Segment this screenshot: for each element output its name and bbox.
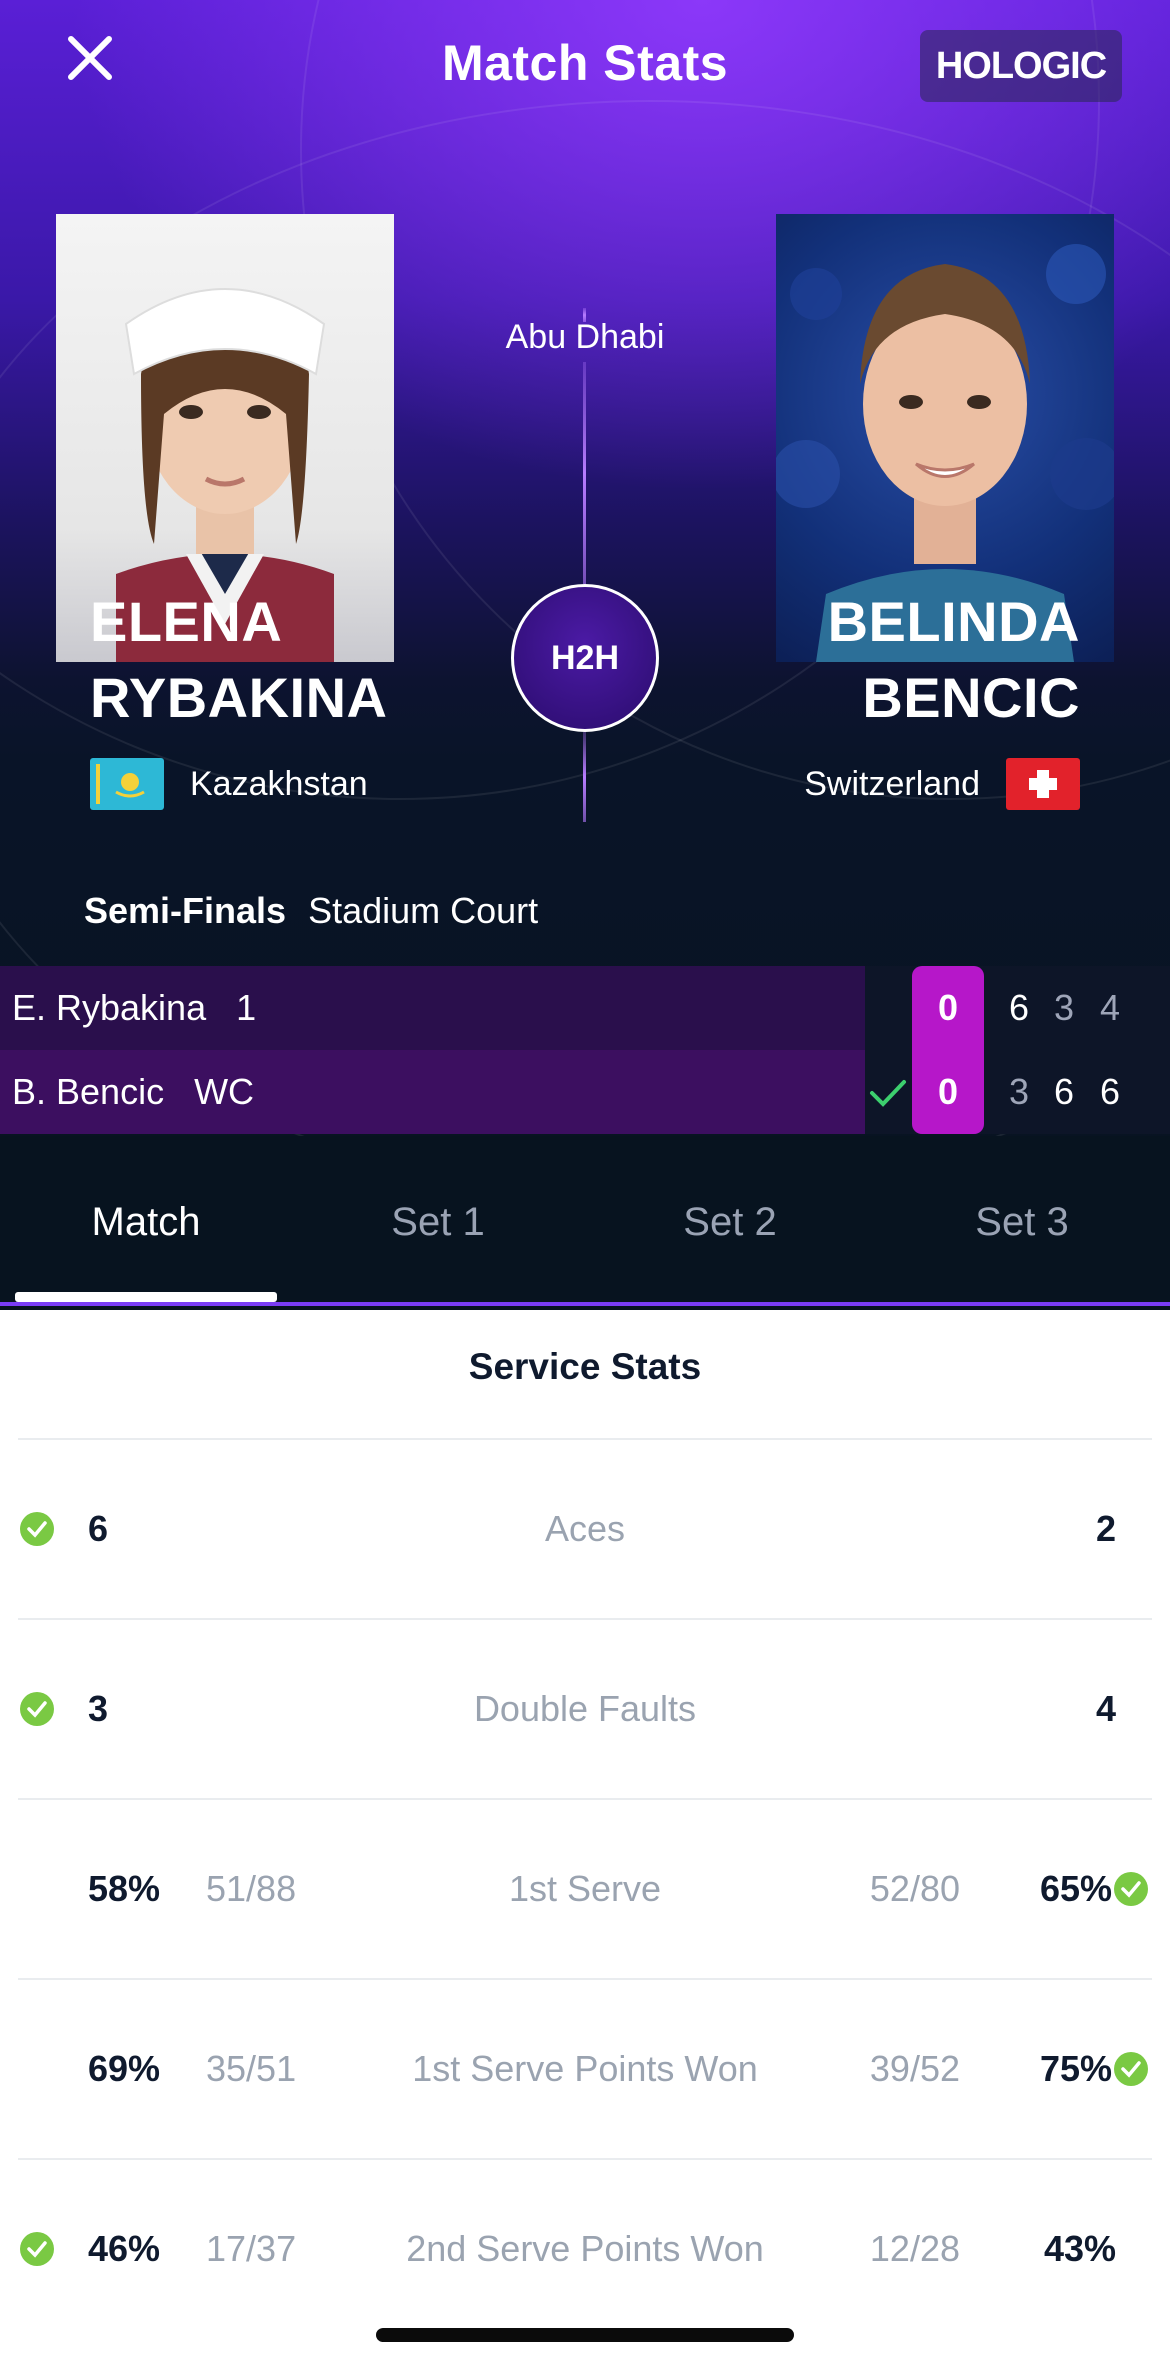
court-label: Stadium Court: [308, 890, 539, 931]
stat-row-aces: 6 Aces 2: [0, 1484, 1170, 1574]
stat-label: 1st Serve: [508, 1868, 662, 1909]
divider-line: [583, 362, 586, 584]
divider: [18, 2158, 1152, 2160]
venue-label: Abu Dhabi: [505, 318, 665, 356]
player-first-name: BELINDA: [827, 590, 1080, 653]
scoreboard-row: E. Rybakina 1 0 6 3 4: [0, 966, 1170, 1050]
player-name-left[interactable]: ELENA RYBAKINA: [90, 584, 387, 736]
country-name: Switzerland: [804, 764, 980, 803]
player-first-name: ELENA: [90, 590, 283, 653]
tab-set-3[interactable]: Set 3: [876, 1136, 1168, 1308]
divider-line: [583, 732, 586, 822]
divider-line: [583, 308, 586, 322]
stat-row-double-faults: 3 Double Faults 4: [0, 1664, 1170, 1754]
sponsor-logo: HOLOGIC: [920, 30, 1122, 102]
active-tab-indicator: [15, 1292, 277, 1302]
match-header: Match Stats HOLOGIC Abu Dhabi H2H ELENA …: [0, 0, 1170, 1310]
stat-value-right: 4: [1095, 1688, 1116, 1729]
seed-label: WC: [194, 1071, 255, 1112]
divider: [18, 1798, 1152, 1800]
stat-label: Double Faults: [473, 1688, 697, 1729]
stat-value-right: 65%: [1039, 1868, 1112, 1909]
player-last-name: BENCIC: [862, 666, 1080, 729]
seed-label: 1: [236, 987, 257, 1028]
stat-value-right: 43%: [1043, 2228, 1116, 2269]
home-indicator[interactable]: [376, 2328, 794, 2342]
country-left: Kazakhstan: [90, 758, 368, 810]
player-last-name: RYBAKINA: [90, 666, 388, 729]
game-score: 0: [912, 1050, 984, 1134]
stat-value-right: 2: [1095, 1508, 1116, 1549]
leader-check-icon: [1114, 2052, 1148, 2086]
set-score: 4: [1099, 987, 1121, 1028]
h2h-button[interactable]: H2H: [511, 584, 659, 732]
stat-label: Aces: [544, 1508, 626, 1549]
stat-value-right: 75%: [1039, 2048, 1112, 2089]
round-info: Semi-Finals Stadium Court: [84, 890, 538, 932]
kazakhstan-flag-icon: [90, 758, 164, 810]
player-short-name: B. Bencic WC: [12, 1071, 255, 1112]
stat-row-1st-serve-points-won: 69% 35/51 1st Serve Points Won 39/52 75%: [0, 2024, 1170, 2114]
round-label: Semi-Finals: [84, 890, 287, 931]
stat-row-2nd-serve-points-won: 46% 17/37 2nd Serve Points Won 12/28 43%: [0, 2204, 1170, 2294]
divider: [18, 1438, 1152, 1440]
set-score: 6: [1008, 987, 1030, 1028]
divider: [18, 1978, 1152, 1980]
country-name: Kazakhstan: [190, 764, 368, 803]
divider: [18, 1618, 1152, 1620]
player-short-name: E. Rybakina 1: [12, 987, 257, 1028]
stat-fraction-right: 12/28: [869, 2228, 960, 2269]
stat-label: 1st Serve Points Won: [412, 2048, 758, 2089]
tabs-border: [0, 1302, 1170, 1306]
set-score: 3: [1053, 987, 1075, 1028]
set-score: 6: [1099, 1071, 1121, 1112]
section-title: Service Stats: [468, 1346, 702, 1387]
player-name-right[interactable]: BELINDA BENCIC: [828, 584, 1080, 736]
winner-check-icon: [870, 1080, 906, 1107]
set-tabs: Match Set 1 Set 2 Set 3: [0, 1136, 1170, 1308]
leader-check-icon: [1114, 1872, 1148, 1906]
stat-fraction-right: 39/52: [869, 2048, 960, 2089]
stat-label: 2nd Serve Points Won: [406, 2228, 764, 2269]
tab-match[interactable]: Match: [0, 1136, 292, 1308]
set-score: 3: [1008, 1071, 1030, 1112]
tab-set-1[interactable]: Set 1: [292, 1136, 584, 1308]
tab-set-2[interactable]: Set 2: [584, 1136, 876, 1308]
stat-row-1st-serve: 58% 51/88 1st Serve 52/80 65%: [0, 1844, 1170, 1934]
scoreboard-row: B. Bencic WC 0 3 6 6: [0, 1050, 1170, 1134]
game-score: 0: [912, 966, 984, 1050]
switzerland-flag-icon: [1006, 758, 1080, 810]
set-score: 6: [1053, 1071, 1075, 1112]
stat-fraction-right: 52/80: [869, 1868, 960, 1909]
country-right: Switzerland: [804, 758, 1080, 810]
